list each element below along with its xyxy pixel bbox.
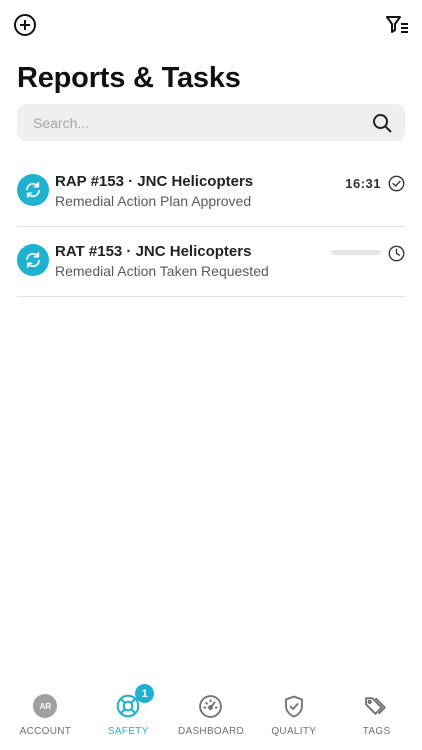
filter-button[interactable] bbox=[384, 12, 410, 38]
sync-icon bbox=[17, 244, 49, 276]
top-bar bbox=[12, 12, 410, 40]
avatar-initials: AR bbox=[33, 694, 58, 718]
page-title: Reports & Tasks bbox=[17, 62, 241, 94]
item-subtitle: Remedial Action Taken Requested bbox=[55, 263, 269, 279]
tab-dashboard[interactable]: DASHBOARD bbox=[170, 690, 253, 750]
search-bar bbox=[17, 104, 405, 141]
lifebuoy-icon: 1 bbox=[114, 684, 155, 720]
sync-icon bbox=[17, 174, 49, 206]
tab-label: SAFETY bbox=[107, 726, 149, 737]
time-placeholder bbox=[331, 250, 381, 255]
search-icon[interactable] bbox=[371, 112, 393, 134]
tab-tags[interactable]: TAGS bbox=[335, 690, 418, 750]
item-subtitle: Remedial Action Plan Approved bbox=[55, 193, 252, 209]
bottom-tab-bar: AR ACCOUNT 1 SAFETY DASHBOARD QUALITY TA… bbox=[0, 684, 422, 750]
tags-icon bbox=[363, 692, 391, 720]
tab-label: ACCOUNT bbox=[19, 726, 72, 737]
gauge-icon bbox=[197, 692, 225, 720]
avatar: AR bbox=[31, 692, 59, 720]
clock-icon bbox=[387, 244, 405, 262]
plus-circle-icon bbox=[14, 14, 36, 36]
tab-account[interactable]: AR ACCOUNT bbox=[4, 690, 87, 750]
list-item[interactable]: RAP #153 · JNC Helicopters Remedial Acti… bbox=[17, 157, 405, 227]
tab-label: QUALITY bbox=[271, 726, 317, 737]
item-time: 16:31 bbox=[345, 176, 381, 191]
filter-list-icon bbox=[386, 16, 408, 33]
check-circle-icon bbox=[387, 174, 405, 192]
tab-label: DASHBOARD bbox=[177, 726, 245, 737]
tab-safety[interactable]: 1 SAFETY bbox=[87, 684, 170, 750]
list-item[interactable]: RAT #153 · JNC Helicopters Remedial Acti… bbox=[17, 227, 405, 297]
item-title: RAT #153 · JNC Helicopters bbox=[55, 243, 252, 260]
shield-check-icon bbox=[280, 692, 308, 720]
search-input[interactable] bbox=[33, 114, 371, 131]
notification-badge: 1 bbox=[135, 684, 155, 703]
tab-quality[interactable]: QUALITY bbox=[252, 690, 335, 750]
add-button[interactable] bbox=[12, 12, 38, 38]
task-list: RAP #153 · JNC Helicopters Remedial Acti… bbox=[17, 157, 405, 297]
item-title: RAP #153 · JNC Helicopters bbox=[55, 173, 254, 190]
tab-label: TAGS bbox=[362, 726, 391, 737]
